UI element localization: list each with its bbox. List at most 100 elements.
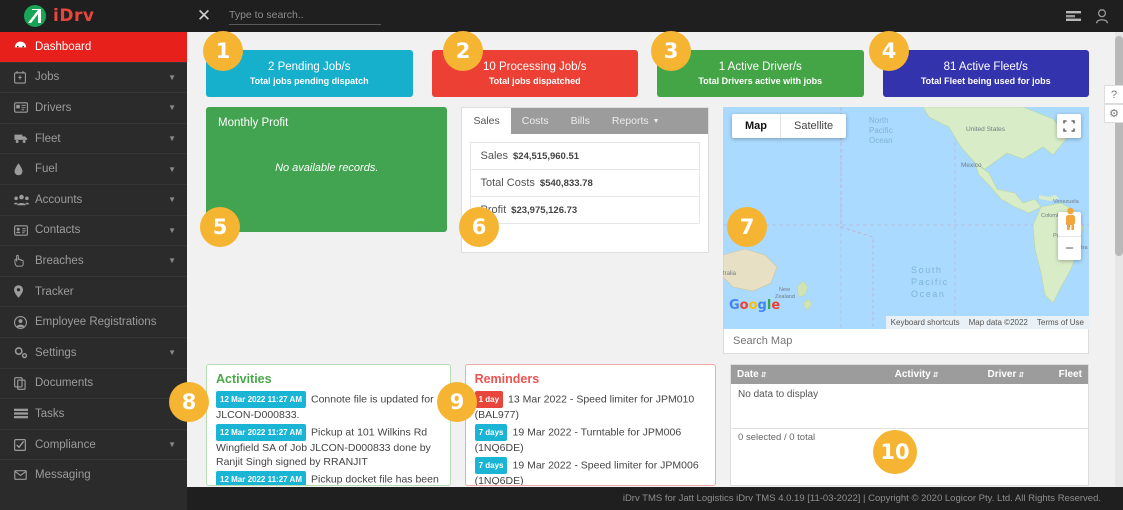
table-header-row: Date ⇵ Activity ⇵ Driver ⇵ Fleet [731,365,1088,384]
callout-marker-2: 2 [443,31,483,71]
chevron-down-icon[interactable]: ▼ [168,226,176,235]
search-input[interactable] [229,7,381,25]
sidebar-item-fuel[interactable]: Fuel ▼ [0,154,187,185]
sidebar-item-tasks[interactable]: Tasks [0,399,187,430]
right-rail: ? ⚙ [1104,85,1123,123]
list-item[interactable]: 12 Mar 2022 11:27 AM Connote file is upda… [216,391,441,422]
tab-reports[interactable]: Reports ▼ [601,108,671,134]
kpi-subtitle: Total jobs dispatched [488,76,581,86]
list-item[interactable]: 7 days 19 Mar 2022 - Turntable for JPM006… [474,424,706,455]
list-icon[interactable] [1066,10,1081,22]
tab-costs[interactable]: Costs [511,108,560,134]
sales-row: Profit $23,975,126.73 [470,196,700,224]
map-credit: Map data ©2022 [968,318,1028,327]
sidebar-item-label: Employee Registrations [35,316,157,329]
sidebar-item-settings[interactable]: Settings ▼ [0,338,187,369]
street-view-pegman-icon[interactable] [1062,207,1079,234]
chevron-down-icon[interactable]: ▼ [168,195,176,204]
map-canvas[interactable]: North Pacific Ocean South Pacific Ocean … [723,107,1089,329]
sidebar-item-fleet[interactable]: Fleet ▼ [0,124,187,155]
sidebar-item-drivers[interactable]: Drivers ▼ [0,93,187,124]
tab-bills[interactable]: Bills [560,108,601,134]
kpi-subtitle: Total jobs pending dispatch [249,76,369,86]
table-column-header-date[interactable]: Date ⇵ [731,369,867,380]
svg-text:South: South [911,265,943,275]
chevron-down-icon[interactable]: ▼ [168,73,176,82]
sidebar-item-documents[interactable]: Documents [0,369,187,400]
user-icon[interactable] [1095,8,1109,24]
sidebar-item-contacts[interactable]: Contacts ▼ [0,216,187,247]
tab-label: Costs [521,115,549,127]
item-badge: 12 Mar 2022 11:27 AM [216,471,306,485]
monthly-profit-empty: No available records. [275,162,379,174]
sidebar-item-breaches[interactable]: Breaches ▼ [0,246,187,277]
fullscreen-icon[interactable] [1057,114,1081,138]
sort-icon[interactable]: ⇵ [761,372,767,379]
zoom-out-button[interactable]: − [1058,236,1081,260]
list-item[interactable]: 12 Mar 2022 11:27 AM Pickup at 101 Wilkin… [216,424,441,469]
check-square-icon [14,438,35,451]
kpi-title: 81 Active Fleet/s [943,61,1028,73]
sort-icon[interactable]: ⇵ [1018,372,1024,379]
map-credit[interactable]: Keyboard shortcuts [891,318,960,327]
kpi-card-4[interactable]: 81 Active Fleet/s Total Fleet being used … [882,50,1089,97]
sidebar-item-jobs[interactable]: Jobs ▼ [0,63,187,94]
help-icon[interactable]: ? [1104,85,1123,104]
close-icon[interactable]: ✕ [191,6,217,26]
sidebar-item-label: Drivers [35,101,72,114]
gears-icon [14,346,35,359]
activities-panel: Activities 12 Mar 2022 11:27 AM Connote f… [206,364,451,486]
list-item[interactable]: 1 day 13 Mar 2022 - Speed limiter for JPM… [474,391,706,422]
map-search-bar[interactable] [723,329,1089,354]
item-badge: 12 Mar 2022 11:27 AM [216,391,306,408]
chevron-down-icon[interactable]: ▼ [168,165,176,174]
page-scrollbar-thumb[interactable] [1115,36,1123,256]
svg-text:Ocean: Ocean [869,136,893,145]
sidebar-item-label: Dashboard [35,40,92,53]
sidebar-item-employee-registrations[interactable]: Employee Registrations [0,307,187,338]
sidebar-item-accounts[interactable]: Accounts ▼ [0,185,187,216]
callout-marker-7: 7 [727,207,767,247]
map-type-map-button[interactable]: Map [732,114,780,138]
item-text: 13 Mar 2022 - Speed limiter for JPM010 (… [474,393,695,422]
column-label: Driver [987,369,1017,380]
brand[interactable]: iDrv [0,0,187,32]
table-column-header-driver[interactable]: Driver ⇵ [967,369,1046,380]
kpi-title: 2 Pending Job/s [268,61,351,73]
footer-left-pad [0,487,187,510]
top-bar-actions [1066,0,1109,32]
sidebar-item-dashboard[interactable]: Dashboard [0,32,187,63]
sort-icon[interactable]: ⇵ [933,372,939,379]
tab-sales[interactable]: Sales [462,108,511,134]
svg-text:Ocean: Ocean [911,289,946,299]
sales-row: Sales $24,515,960.51 [470,142,700,169]
chevron-down-icon[interactable]: ▼ [168,256,176,265]
map-type-satellite-button[interactable]: Satellite [780,114,846,138]
svg-text:United States: United States [966,126,1006,133]
gear-icon[interactable]: ⚙ [1104,104,1123,123]
list-item[interactable]: 12 Mar 2022 11:27 AM Pickup docket file h… [216,471,441,485]
sidebar-item-compliance[interactable]: Compliance ▼ [0,430,187,461]
sidebar-item-tracker[interactable]: Tracker [0,277,187,308]
map-credit[interactable]: Terms of Use [1037,318,1084,327]
table-column-header-activity[interactable]: Activity ⇵ [867,369,967,380]
kpi-subtitle: Total Drivers active with jobs [698,76,823,86]
sales-row-amount: $23,975,126.73 [511,205,578,216]
chevron-down-icon[interactable]: ▼ [168,348,176,357]
chevron-down-icon[interactable]: ▼ [168,440,176,449]
sidebar-item-label: Tasks [35,407,65,420]
map-search-input[interactable] [733,335,1079,347]
svg-text:Mexico: Mexico [961,162,982,169]
sidebar-item-label: Tracker [35,285,74,298]
table-column-header-fleet[interactable]: Fleet [1045,369,1088,380]
column-label: Activity [894,369,931,380]
chevron-down-icon[interactable]: ▼ [168,103,176,112]
list-item[interactable]: 7 days 19 Mar 2022 - Speed limiter for JP… [474,457,706,485]
users-icon [14,194,35,206]
chevron-down-icon[interactable]: ▼ [168,134,176,143]
callout-marker-9: 9 [437,382,477,422]
sidebar-item-label: Settings [35,346,77,359]
sales-row-amount: $540,833.78 [539,178,593,189]
sidebar-item-label: Documents [35,377,94,390]
footer-text: iDrv TMS for Jatt Logistics iDrv TMS 4.0… [622,493,1101,504]
